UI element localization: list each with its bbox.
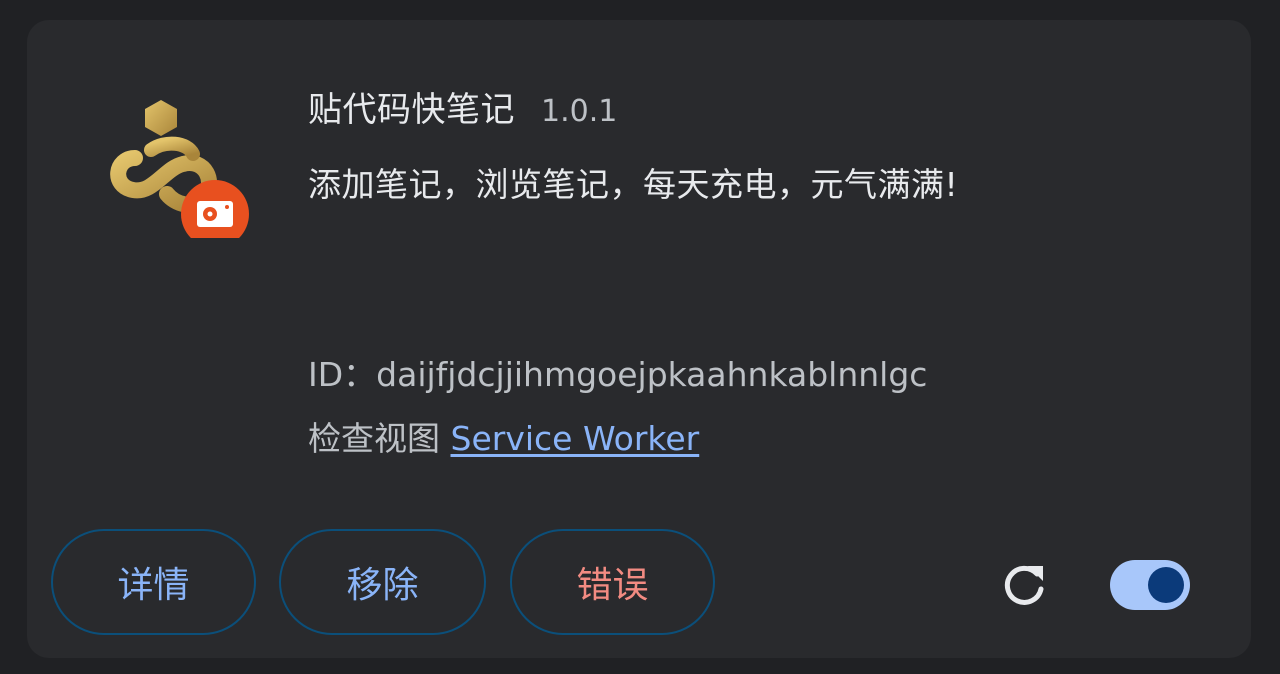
errors-button[interactable]: 错误 bbox=[510, 529, 715, 635]
remove-button[interactable]: 移除 bbox=[279, 529, 486, 635]
extension-card: 贴代码快笔记 1.0.1 添加笔记，浏览笔记，每天充电，元气满满! ID：dai… bbox=[27, 20, 1251, 658]
enable-toggle[interactable] bbox=[1110, 560, 1190, 610]
inspect-views: 检查视图 Service Worker bbox=[308, 412, 699, 460]
extension-name: 贴代码快笔记 bbox=[308, 90, 515, 130]
details-button[interactable]: 详情 bbox=[51, 529, 256, 635]
reload-icon[interactable] bbox=[997, 558, 1051, 612]
service-worker-link[interactable]: Service Worker bbox=[451, 419, 700, 458]
title-row: 贴代码快笔记 1.0.1 bbox=[308, 82, 1208, 130]
toggle-knob bbox=[1148, 567, 1184, 603]
extension-logo-icon bbox=[105, 98, 255, 238]
inspect-views-label: 检查视图 bbox=[308, 419, 440, 458]
extension-version: 1.0.1 bbox=[541, 94, 618, 129]
extension-info: 贴代码快笔记 1.0.1 添加笔记，浏览笔记，每天充电，元气满满! bbox=[308, 82, 1208, 206]
extension-id: ID：daijfjdcjjihmgoejpkaahnkablnnlgc bbox=[308, 355, 928, 394]
service-worker-badge-icon bbox=[181, 180, 249, 238]
extension-description: 添加笔记，浏览笔记，每天充电，元气满满! bbox=[308, 165, 959, 204]
